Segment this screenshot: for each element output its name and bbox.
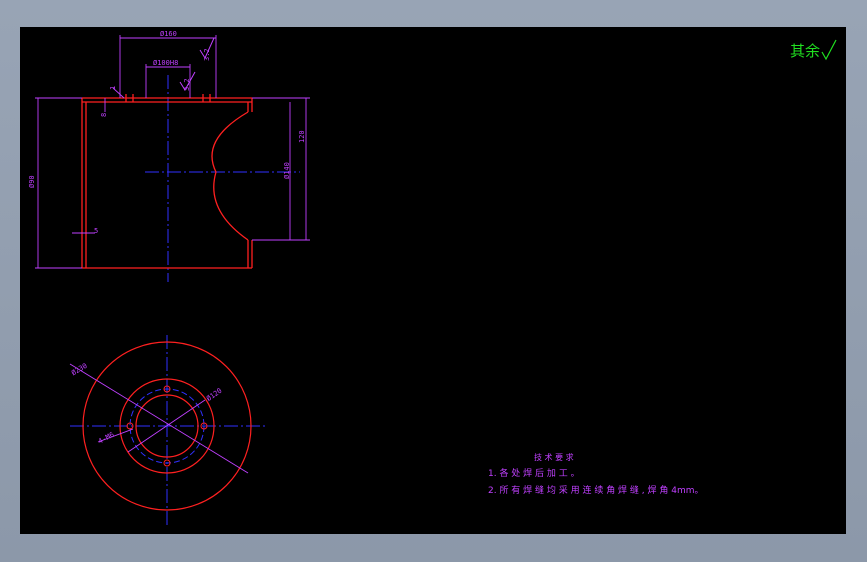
tech-requirements-line2: 2. 所 有 焊 缝 均 采 用 连 续 角 焊 缝 , 焊 角 4mm。	[488, 484, 703, 496]
dim-wall: 5	[94, 227, 98, 235]
roughness-note-label: 其余	[790, 42, 820, 60]
dim-top-inner: Ø100H8	[153, 59, 178, 67]
dim-1: 1	[109, 86, 117, 90]
cad-drawing[interactable]: Ø160 Ø100H8 3.2 3.2 8 1 Ø90 120 Ø140 5 Ø…	[0, 0, 867, 562]
dim-8: 8	[100, 113, 108, 117]
tech-requirements-line1: 1. 各 处 焊 后 加 工 。	[488, 467, 580, 479]
drawing-sheet[interactable]	[20, 27, 846, 534]
dim-top-outer: Ø160	[160, 30, 177, 38]
dim-right-dia: Ø140	[283, 162, 291, 179]
dim-roughness-1: 3.2	[203, 48, 211, 61]
dim-height: Ø90	[28, 175, 36, 188]
tech-requirements-title: 技 术 要 求	[534, 452, 574, 462]
dim-right-height: 120	[298, 130, 306, 143]
dim-roughness-2: 3.2	[183, 78, 191, 91]
